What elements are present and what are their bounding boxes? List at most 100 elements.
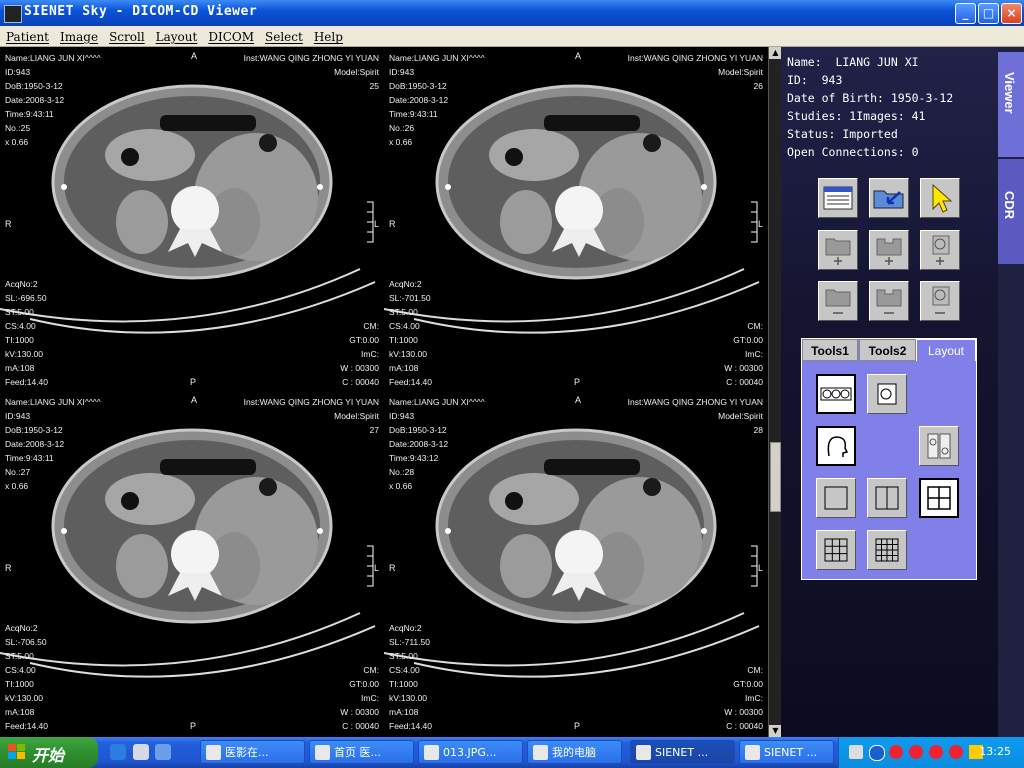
layout-3x3-button[interactable] — [816, 530, 856, 570]
taskbar-item[interactable]: 首页 医... — [309, 740, 414, 764]
layout-1x1-button[interactable] — [816, 478, 856, 518]
app-icon[interactable] — [4, 5, 22, 23]
add-image-icon[interactable] — [920, 230, 960, 270]
taskbar-item[interactable]: 013.JPG... — [418, 740, 523, 764]
patient-overlay-text: Name:LIANG JUN XI^^^^ ID:943 DoB:1950-3-… — [5, 397, 101, 491]
menu-image[interactable]: Image — [54, 28, 103, 44]
tab-viewer[interactable]: Viewer — [998, 52, 1024, 157]
task-icon — [533, 745, 548, 760]
tool-tab-panel: Tools1 Tools2 Layout — [801, 338, 977, 580]
layout-4x4-button[interactable] — [867, 530, 907, 570]
orientation-right-label: R — [5, 563, 12, 573]
orientation-anterior-label: A — [191, 395, 198, 405]
add-folder-icon[interactable] — [818, 230, 858, 270]
taskbar-item[interactable]: SIENET ... — [739, 740, 834, 764]
tray-arrow-icon[interactable] — [869, 745, 885, 761]
menu-dicom[interactable]: DICOM — [202, 28, 259, 44]
media-quicklaunch-icon[interactable] — [133, 744, 149, 760]
close-button[interactable]: × — [1001, 3, 1022, 24]
start-button[interactable]: 开始 — [0, 737, 98, 768]
window-overlay-text: CM: GT:0.00 ImC: W : 00300 C : 00040 — [340, 321, 379, 387]
remove-folder-icon[interactable] — [818, 281, 858, 321]
acquisition-overlay-text: AcqNo:2 SL:-711.50 ST:5.00 CS:4.00 TI:10… — [389, 623, 433, 731]
desktop-quicklaunch-icon[interactable] — [155, 744, 171, 760]
orientation-right-label: R — [5, 219, 12, 229]
task-icon — [206, 745, 221, 760]
patient-overlay-text: Name:LIANG JUN XI^^^^ ID:943 DoB:1950-3-… — [389, 397, 485, 491]
menu-bar: Patient Image Scroll Layout DICOM Select Help — [0, 26, 1024, 47]
clock: 13:25 — [979, 745, 1011, 758]
ct-image-pane[interactable]: Name:LIANG JUN XI^^^^ ID:943 DoB:1950-3-… — [0, 47, 383, 391]
taskbar-item[interactable]: 医影在... — [200, 740, 305, 764]
institution-overlay-text: Inst:WANG QING ZHONG YI YUAN Model:Spiri… — [627, 397, 763, 435]
keyboard-icon[interactable] — [849, 745, 863, 759]
layout-1x2-button[interactable] — [867, 478, 907, 518]
window-overlay-text: CM: GT:0.00 ImC: W : 00300 C : 00040 — [724, 665, 763, 731]
layout-series-strip-button[interactable] — [816, 374, 856, 414]
viewport-scrollbar[interactable]: ▲ ▼ — [768, 47, 782, 737]
scroll-thumb[interactable] — [770, 442, 781, 512]
remove-image-icon[interactable] — [920, 281, 960, 321]
patient-overlay-text: Name:LIANG JUN XI^^^^ ID:943 DoB:1950-3-… — [5, 53, 101, 147]
maximize-button[interactable]: □ — [978, 3, 999, 24]
menu-help[interactable]: Help — [308, 28, 348, 44]
orientation-posterior-label: P — [190, 377, 197, 387]
qq-icon[interactable] — [889, 745, 903, 759]
layout-single-image-icon[interactable] — [867, 374, 907, 414]
layout-2x2-button[interactable] — [919, 478, 959, 518]
taskbar: 开始 医影在... 首页 医... 013.JPG... 我的电脑 SIENET… — [0, 737, 1024, 768]
taskbar-item-active[interactable]: SIENET ... — [630, 740, 735, 764]
ct-image-pane[interactable]: Name:LIANG JUN XI^^^^ ID:943 DoB:1950-3-… — [0, 391, 383, 735]
menu-patient[interactable]: Patient — [0, 28, 54, 44]
menu-scroll[interactable]: Scroll — [103, 28, 150, 44]
ct-image-pane[interactable]: Name:LIANG JUN XI^^^^ ID:943 DoB:1950-3-… — [384, 47, 767, 391]
orientation-posterior-label: P — [190, 721, 197, 731]
tab-tools1[interactable]: Tools1 — [802, 339, 858, 361]
orientation-anterior-label: A — [191, 51, 198, 61]
institution-overlay-text: Inst:WANG QING ZHONG YI YUAN Model:Spiri… — [627, 53, 763, 91]
tab-cdr[interactable]: CDR — [998, 159, 1024, 264]
patient-overlay-text: Name:LIANG JUN XI^^^^ ID:943 DoB:1950-3-… — [389, 53, 485, 147]
pointer-arrow-icon[interactable] — [920, 178, 960, 218]
task-icon — [424, 745, 439, 760]
open-folder-icon[interactable] — [869, 178, 909, 218]
tab-tools2[interactable]: Tools2 — [859, 339, 916, 361]
side-panel: Name: LIANG JUN XI ID: 943 Date of Birth… — [781, 47, 998, 737]
windows-logo-icon — [8, 744, 25, 759]
institution-overlay-text: Inst:WANG QING ZHONG YI YUAN Model:Spiri… — [243, 397, 379, 435]
study-list-button[interactable] — [818, 178, 858, 218]
tab-layout[interactable]: Layout — [916, 339, 976, 361]
remove-series-icon[interactable] — [869, 281, 909, 321]
orientation-right-label: R — [389, 219, 396, 229]
acquisition-overlay-text: AcqNo:2 SL:-696.50 ST:5.00 CS:4.00 TI:10… — [5, 279, 49, 387]
ct-image-pane[interactable]: Name:LIANG JUN XI^^^^ ID:943 DoB:1950-3-… — [384, 391, 767, 735]
orientation-left-label: L — [758, 219, 764, 229]
institution-overlay-text: Inst:WANG QING ZHONG YI YUAN Model:Spiri… — [243, 53, 379, 91]
taskbar-item[interactable]: 我的电脑 — [527, 740, 622, 764]
side-tab-strip: Viewer CDR — [998, 47, 1024, 737]
patient-info: Name: LIANG JUN XI ID: 943 Date of Birth… — [787, 55, 954, 159]
system-tray: 13:25 — [838, 737, 1024, 768]
menu-layout[interactable]: Layout — [150, 28, 203, 44]
orientation-left-label: L — [758, 563, 764, 573]
orientation-left-label: L — [374, 563, 380, 573]
qq-icon[interactable] — [909, 745, 923, 759]
menu-select[interactable]: Select — [259, 28, 308, 44]
ie-quicklaunch-icon[interactable] — [110, 744, 126, 760]
qq-icon[interactable] — [929, 745, 943, 759]
orientation-left-label: L — [374, 219, 380, 229]
add-series-icon[interactable] — [869, 230, 909, 270]
task-icon — [315, 745, 330, 760]
minimize-button[interactable]: _ — [955, 3, 976, 24]
orientation-anterior-label: A — [575, 51, 582, 61]
window-title: SIENET Sky - DICOM-CD Viewer — [24, 4, 258, 19]
layout-head-view-button[interactable] — [816, 426, 856, 466]
image-viewport[interactable]: Name:LIANG JUN XI^^^^ ID:943 DoB:1950-3-… — [0, 47, 768, 737]
title-bar: SIENET Sky - DICOM-CD Viewer _ □ × — [0, 0, 1024, 26]
task-icon — [636, 745, 651, 760]
layout-compare-icon[interactable] — [919, 426, 959, 466]
orientation-anterior-label: A — [575, 395, 582, 405]
orientation-posterior-label: P — [574, 721, 581, 731]
qq-icon[interactable] — [949, 745, 963, 759]
window-overlay-text: CM: GT:0.00 ImC: W : 00300 C : 00040 — [340, 665, 379, 731]
